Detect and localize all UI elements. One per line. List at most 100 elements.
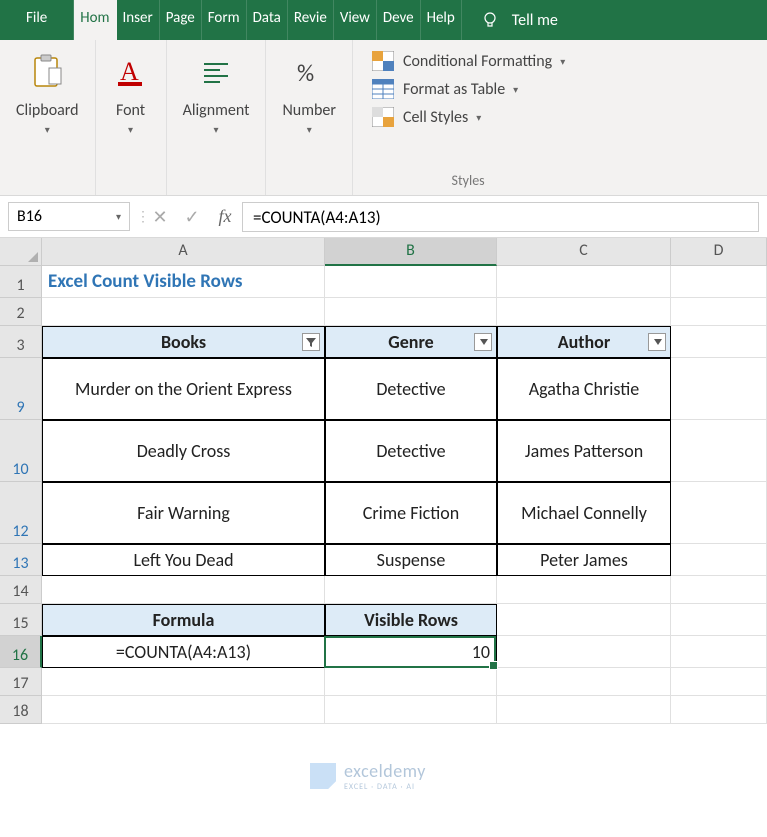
name-box-value: B16: [17, 207, 42, 226]
table-cell[interactable]: Detective: [325, 420, 497, 482]
clipboard-button[interactable]: Clipboard▾: [10, 48, 85, 141]
cell[interactable]: [497, 696, 671, 724]
cancel-icon[interactable]: ✕: [144, 206, 176, 228]
cell[interactable]: [671, 668, 767, 696]
cell[interactable]: [325, 298, 497, 326]
name-box[interactable]: B16 ▾: [8, 202, 130, 231]
select-all-corner[interactable]: [0, 238, 42, 266]
table-header-author[interactable]: Author: [497, 326, 671, 358]
font-button[interactable]: A Font▾: [106, 48, 156, 141]
cell[interactable]: [671, 420, 767, 482]
tab-page[interactable]: Page: [160, 0, 202, 40]
cell[interactable]: [325, 696, 497, 724]
table-cell[interactable]: Deadly Cross: [42, 420, 325, 482]
spreadsheet-grid: A B C D 1 Excel Count Visible Rows 2 3 B…: [0, 238, 767, 724]
cell[interactable]: [497, 298, 671, 326]
tab-view[interactable]: View: [334, 0, 377, 40]
filter-icon[interactable]: [302, 333, 320, 351]
cell[interactable]: [671, 696, 767, 724]
cell[interactable]: [42, 696, 325, 724]
cell[interactable]: [671, 482, 767, 544]
table-cell[interactable]: Peter James: [497, 544, 671, 576]
cell[interactable]: [497, 576, 671, 604]
col-header-a[interactable]: A: [42, 238, 325, 266]
cell[interactable]: [42, 576, 325, 604]
conditional-formatting-label: Conditional Formatting: [403, 52, 552, 71]
clipboard-icon: [28, 52, 66, 92]
cell-styles-button[interactable]: Cell Styles ▾: [371, 106, 481, 128]
formula-cell[interactable]: =COUNTA(A4:A13): [42, 636, 325, 668]
cell[interactable]: [671, 266, 767, 298]
row-header[interactable]: 15: [0, 604, 42, 636]
table-cell[interactable]: Crime Fiction: [325, 482, 497, 544]
table-cell[interactable]: Suspense: [325, 544, 497, 576]
tab-home[interactable]: Hom: [74, 0, 116, 40]
col-header-b[interactable]: B: [325, 238, 497, 266]
tab-insert[interactable]: Inser: [117, 0, 160, 40]
tell-me-label: Tell me: [512, 11, 558, 30]
cell[interactable]: [42, 298, 325, 326]
table-cell[interactable]: Agatha Christie: [497, 358, 671, 420]
row-header[interactable]: 9: [0, 358, 42, 420]
cell[interactable]: [325, 668, 497, 696]
number-button[interactable]: % Number▾: [276, 48, 341, 141]
table-cell[interactable]: Murder on the Orient Express: [42, 358, 325, 420]
cell[interactable]: [671, 358, 767, 420]
tab-help[interactable]: Help: [421, 0, 462, 40]
cell[interactable]: [497, 266, 671, 298]
alignment-button[interactable]: Alignment▾: [177, 48, 256, 141]
row-header[interactable]: 16: [0, 636, 42, 668]
table-header-genre[interactable]: Genre: [325, 326, 497, 358]
formula-input[interactable]: =COUNTA(A4:A13): [242, 202, 759, 232]
cell[interactable]: [671, 326, 767, 358]
cell[interactable]: [671, 544, 767, 576]
tab-review[interactable]: Revie: [288, 0, 334, 40]
cell[interactable]: [671, 576, 767, 604]
cell[interactable]: [325, 576, 497, 604]
logo-icon: [310, 763, 336, 789]
table-cell[interactable]: Michael Connelly: [497, 482, 671, 544]
cell[interactable]: [671, 298, 767, 326]
row-header[interactable]: 10: [0, 420, 42, 482]
filter-dropdown-icon[interactable]: [648, 333, 666, 351]
summary-header[interactable]: Visible Rows: [325, 604, 497, 636]
title-cell[interactable]: Excel Count Visible Rows: [42, 266, 325, 298]
row-header[interactable]: 13: [0, 544, 42, 576]
row-header[interactable]: 3: [0, 326, 42, 358]
cell[interactable]: [497, 668, 671, 696]
font-icon: A: [112, 52, 150, 92]
row-header[interactable]: 18: [0, 696, 42, 724]
enter-icon[interactable]: ✓: [176, 206, 208, 228]
fx-icon[interactable]: fx: [208, 206, 242, 227]
summary-header[interactable]: Formula: [42, 604, 325, 636]
table-cell[interactable]: Fair Warning: [42, 482, 325, 544]
row-header[interactable]: 12: [0, 482, 42, 544]
conditional-formatting-button[interactable]: Conditional Formatting ▾: [371, 50, 565, 72]
table-cell[interactable]: James Patterson: [497, 420, 671, 482]
tab-formulas[interactable]: Form: [202, 0, 247, 40]
row-header[interactable]: 17: [0, 668, 42, 696]
row-header[interactable]: 1: [0, 266, 42, 298]
cell[interactable]: [497, 604, 671, 636]
tab-developer[interactable]: Deve: [377, 0, 421, 40]
format-as-table-button[interactable]: Format as Table ▾: [371, 78, 518, 100]
table-cell[interactable]: Detective: [325, 358, 497, 420]
tell-me[interactable]: Tell me: [462, 0, 558, 40]
cell[interactable]: [671, 604, 767, 636]
cell[interactable]: [325, 266, 497, 298]
col-header-c[interactable]: C: [497, 238, 671, 266]
cell[interactable]: [671, 636, 767, 668]
cell[interactable]: [497, 636, 671, 668]
row-header[interactable]: 2: [0, 298, 42, 326]
tab-file[interactable]: File: [0, 0, 74, 40]
table-header-books[interactable]: Books: [42, 326, 325, 358]
cell[interactable]: [42, 668, 325, 696]
row-header[interactable]: 14: [0, 576, 42, 604]
col-header-d[interactable]: D: [671, 238, 767, 266]
filter-dropdown-icon[interactable]: [474, 333, 492, 351]
tab-data[interactable]: Data: [247, 0, 288, 40]
chevron-down-icon: ▾: [45, 123, 50, 136]
result-cell[interactable]: 10: [325, 636, 497, 668]
table-cell[interactable]: Left You Dead: [42, 544, 325, 576]
svg-text:A: A: [120, 57, 139, 86]
